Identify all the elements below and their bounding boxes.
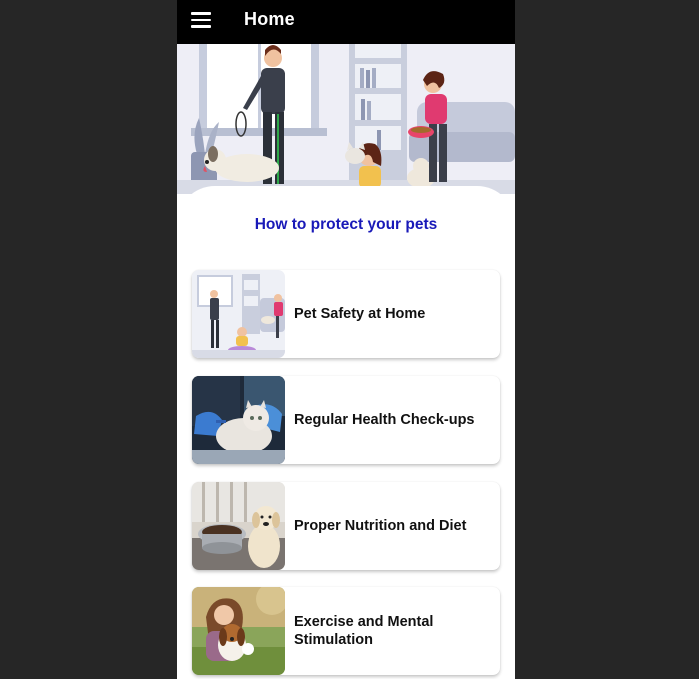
- woman-with-beagle-photo: [192, 587, 285, 675]
- topic-card-pet-safety[interactable]: Pet Safety at Home: [192, 270, 500, 358]
- app-bar: Home: [177, 0, 515, 44]
- phone-screen: Home How to protect your pets Pet Safety…: [177, 0, 515, 679]
- content-sheet: How to protect your pets Pet Safety at H…: [177, 186, 515, 679]
- page-title: Home: [244, 9, 295, 29]
- topic-card-exercise[interactable]: Exercise and Mental Stimulation: [192, 587, 500, 675]
- topic-card-health-checkups[interactable]: Regular Health Check-ups: [192, 376, 500, 464]
- vet-examining-cat-photo: [192, 376, 285, 464]
- dog-with-food-bowl-photo: [192, 482, 285, 570]
- topic-title: Regular Health Check-ups: [294, 412, 475, 428]
- topic-title: Pet Safety at Home: [294, 306, 426, 322]
- topic-card-nutrition[interactable]: Proper Nutrition and Diet: [192, 482, 500, 570]
- hamburger-menu-icon[interactable]: [191, 12, 211, 28]
- section-title: How to protect your pets: [254, 216, 438, 233]
- family-pets-illustration: [192, 270, 285, 358]
- hero-illustration: [177, 44, 515, 194]
- topic-title: Proper Nutrition and Diet: [294, 518, 467, 534]
- topic-title: Exercise and Mental Stimulation: [294, 614, 434, 648]
